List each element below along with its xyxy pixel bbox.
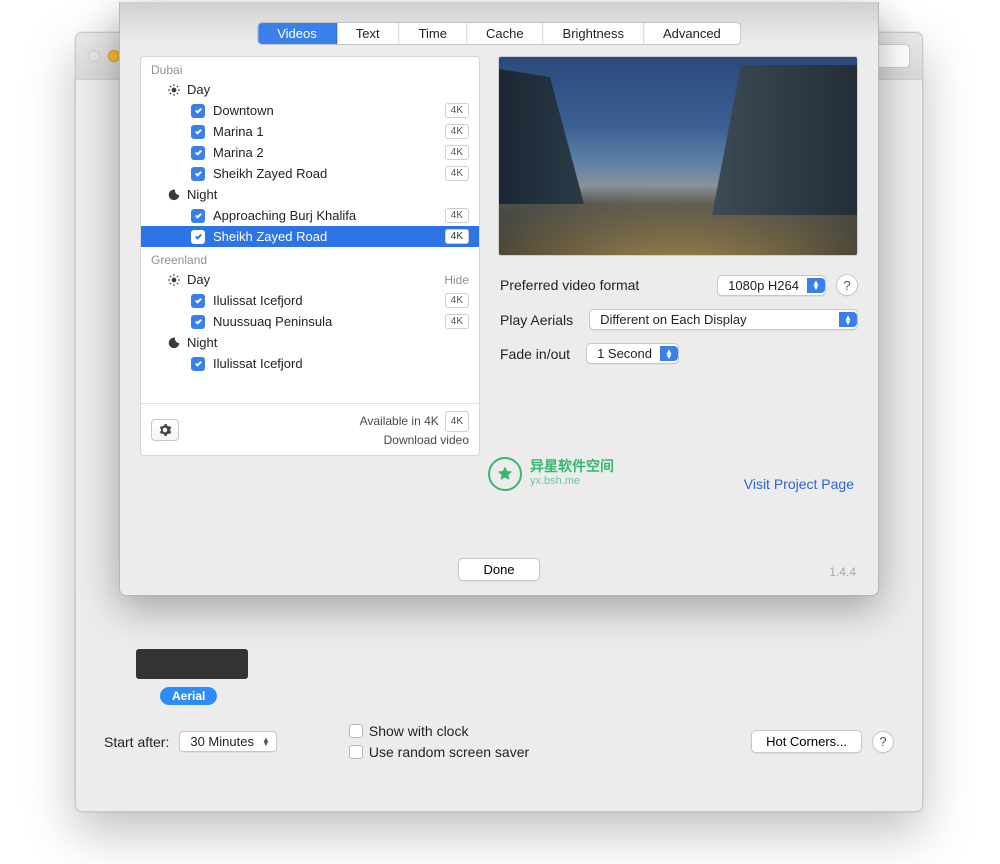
format-label: Preferred video format xyxy=(500,277,639,293)
subgroup-night[interactable]: Night xyxy=(141,184,479,205)
checkbox[interactable] xyxy=(191,357,205,371)
hot-corners-button[interactable]: Hot Corners... xyxy=(751,730,862,753)
format-select[interactable]: 1080p H264▲▼ xyxy=(717,275,826,296)
4k-badge: 4K xyxy=(445,103,469,118)
list-item-selected[interactable]: Sheikh Zayed Road4K xyxy=(141,226,479,247)
sun-icon xyxy=(167,273,181,287)
checkbox[interactable] xyxy=(191,294,205,308)
list-footer: Available in 4K4K Download video xyxy=(141,403,479,455)
gear-icon xyxy=(158,423,172,437)
start-after-select[interactable]: 30 Minutes ▲▼ xyxy=(179,731,277,752)
4k-badge: 4K xyxy=(445,293,469,308)
start-after-label: Start after: xyxy=(104,734,169,750)
fade-label: Fade in/out xyxy=(500,346,570,362)
list-item[interactable]: Approaching Burj Khalifa4K xyxy=(141,205,479,226)
system-preferences-window: Desktop & Screen Saver Search Aerial Sta… xyxy=(75,32,923,812)
play-aerials-label: Play Aerials xyxy=(500,312,573,328)
list-item[interactable]: Ilulissat Icefjord xyxy=(141,353,479,374)
4k-badge: 4K xyxy=(445,145,469,160)
random-saver-checkbox[interactable] xyxy=(349,745,363,759)
format-help-button[interactable]: ? xyxy=(836,274,858,296)
subgroup-day[interactable]: Day Hide xyxy=(141,269,479,290)
4k-badge: 4K xyxy=(445,229,469,244)
settings-tabs: Videos Text Time Cache Brightness Advanc… xyxy=(257,22,741,45)
checkbox[interactable] xyxy=(191,125,205,139)
sun-icon xyxy=(167,83,181,97)
4k-badge: 4K xyxy=(445,208,469,223)
list-item[interactable]: Sheikh Zayed Road4K xyxy=(141,163,479,184)
group-dubai: Dubai xyxy=(141,57,479,79)
list-item[interactable]: Ilulissat Icefjord4K xyxy=(141,290,479,311)
moon-icon xyxy=(167,188,181,202)
list-settings-button[interactable] xyxy=(151,419,179,441)
fade-select[interactable]: 1 Second▲▼ xyxy=(586,343,679,364)
tab-videos[interactable]: Videos xyxy=(258,23,337,44)
checkbox[interactable] xyxy=(191,230,205,244)
video-preview xyxy=(498,56,858,256)
checkbox[interactable] xyxy=(191,209,205,223)
checkbox[interactable] xyxy=(191,315,205,329)
hide-toggle[interactable]: Hide xyxy=(444,273,469,287)
saver-name-badge: Aerial xyxy=(160,687,217,705)
tab-time[interactable]: Time xyxy=(400,23,467,44)
tab-text[interactable]: Text xyxy=(337,23,400,44)
help-button[interactable]: ? xyxy=(872,731,894,753)
close-window[interactable] xyxy=(88,50,100,62)
4k-badge: 4K xyxy=(445,166,469,181)
tab-brightness[interactable]: Brightness xyxy=(544,23,644,44)
checkbox[interactable] xyxy=(191,167,205,181)
version-label: 1.4.4 xyxy=(829,565,856,579)
visit-project-link[interactable]: Visit Project Page xyxy=(744,476,854,492)
4k-badge: 4K xyxy=(445,314,469,329)
tab-cache[interactable]: Cache xyxy=(467,23,544,44)
list-item[interactable]: Downtown4K xyxy=(141,100,479,121)
subgroup-day[interactable]: Day xyxy=(141,79,479,100)
random-saver-label: Use random screen saver xyxy=(369,744,529,760)
group-greenland: Greenland xyxy=(141,247,479,269)
list-item[interactable]: Marina 24K xyxy=(141,142,479,163)
moon-icon xyxy=(167,336,181,350)
checkbox[interactable] xyxy=(191,146,205,160)
saver-thumbnail[interactable] xyxy=(136,649,248,679)
subgroup-night[interactable]: Night xyxy=(141,332,479,353)
aerial-settings-sheet: Videos Text Time Cache Brightness Advanc… xyxy=(119,2,879,596)
watermark: 异星软件空间yx.bsh.me xyxy=(488,457,614,491)
star-icon xyxy=(488,457,522,491)
checkbox[interactable] xyxy=(191,104,205,118)
done-button[interactable]: Done xyxy=(458,558,539,581)
4k-badge: 4K xyxy=(445,124,469,139)
list-item[interactable]: Nuussuaq Peninsula4K xyxy=(141,311,479,332)
show-clock-label: Show with clock xyxy=(369,723,469,739)
show-clock-checkbox[interactable] xyxy=(349,724,363,738)
video-list-panel: Dubai Day Downtown4K Marina 14K Marina 2… xyxy=(140,56,480,456)
play-aerials-select[interactable]: Different on Each Display▲▼ xyxy=(589,309,858,330)
tab-advanced[interactable]: Advanced xyxy=(644,23,740,44)
download-video-link[interactable]: Download video xyxy=(360,432,469,449)
list-item[interactable]: Marina 14K xyxy=(141,121,479,142)
preference-pane-controls: Aerial Start after: 30 Minutes ▲▼ Show w… xyxy=(76,651,922,811)
video-options: Preferred video format 1080p H264▲▼ ? Pl… xyxy=(500,274,858,377)
